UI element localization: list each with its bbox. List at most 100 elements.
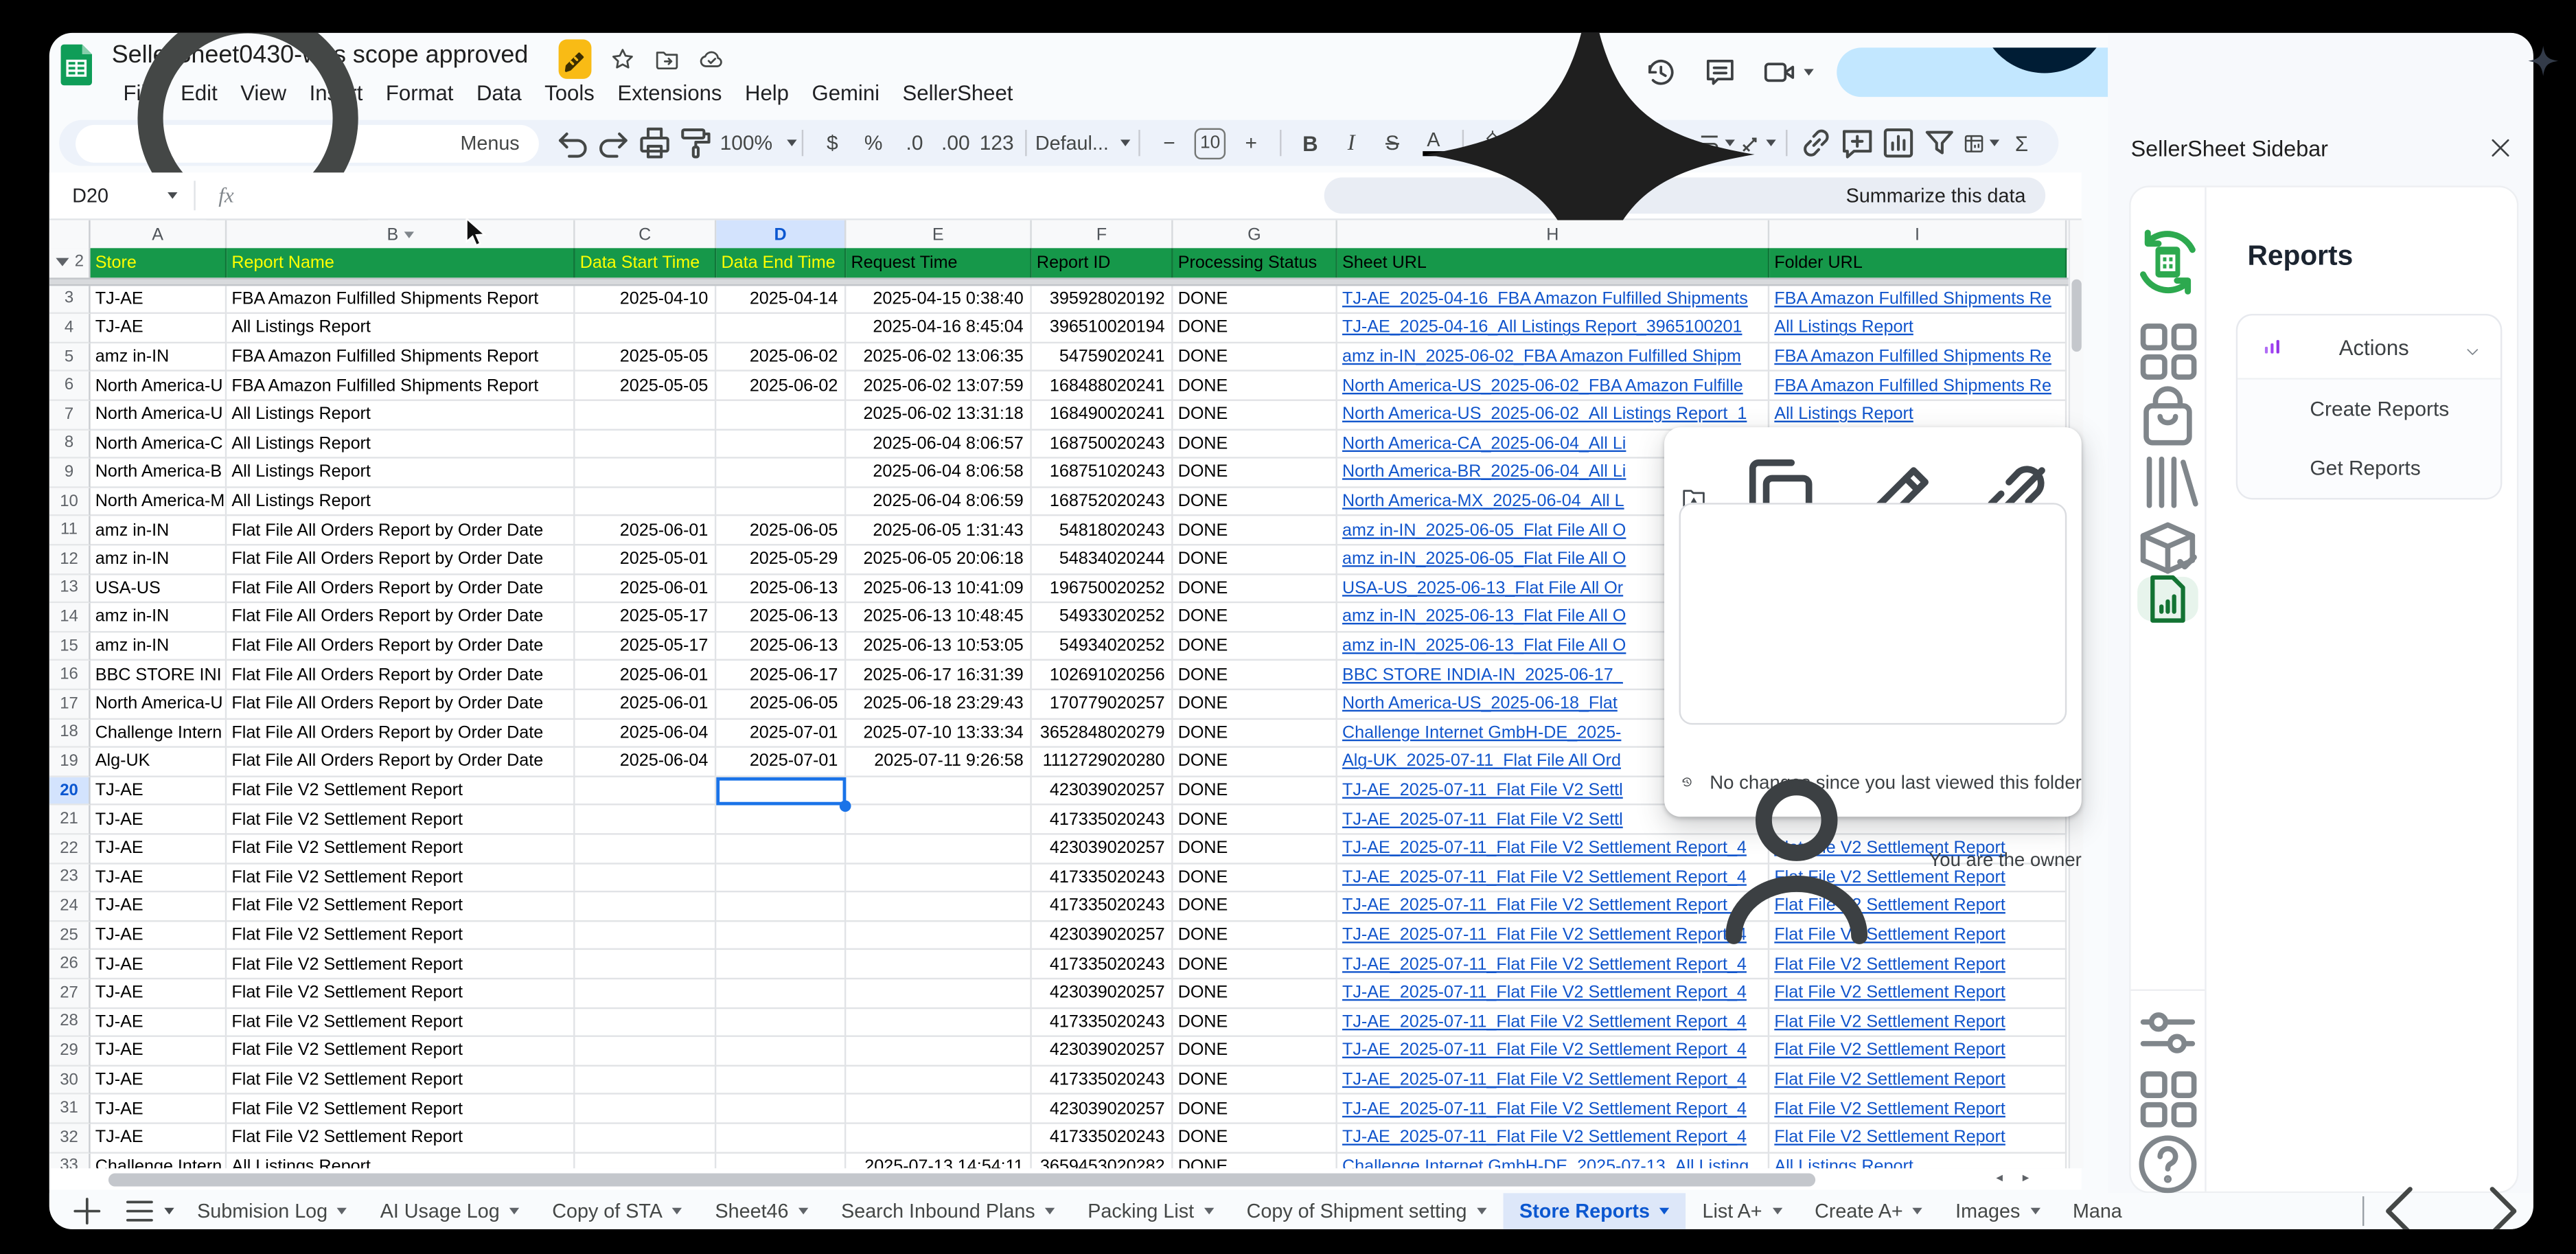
row-header-19[interactable]: 19 [49, 748, 91, 777]
sliders-settings-icon[interactable] [2131, 996, 2205, 1070]
row-header-20[interactable]: 20 [49, 777, 91, 806]
tab-copy-of-shipment-setting[interactable]: Copy of Shipment setting [1230, 1193, 1503, 1229]
increase-decimal-button[interactable]: .00 [935, 123, 976, 162]
cell-link[interactable]: Flat File V2 Settlement Report [1774, 1041, 2005, 1061]
tabs-scroll-left-icon[interactable] [2369, 1178, 2435, 1229]
cell-B21[interactable]: Flat File V2 Settlement Report [227, 806, 575, 834]
cell-E7[interactable]: 2025-06-02 13:31:18 [846, 401, 1031, 430]
cell-link[interactable]: Flat File V2 Settlement Report [1774, 983, 2005, 1003]
cell-D11[interactable]: 2025-06-05 [716, 516, 846, 545]
cell-G13[interactable]: DONE [1173, 575, 1337, 604]
cell-F23[interactable]: 417335020243 [1032, 864, 1173, 893]
cell-E33[interactable]: 2025-07-13 14:54:11 [846, 1153, 1031, 1169]
cell-E8[interactable]: 2025-06-04 8:06:57 [846, 430, 1031, 459]
insert-comment-button[interactable] [1837, 123, 1878, 162]
sync-sheet-icon[interactable] [2131, 225, 2205, 299]
cell-D28[interactable] [716, 1008, 846, 1037]
cell-D24[interactable] [716, 893, 846, 922]
cell-C11[interactable]: 2025-06-01 [575, 516, 717, 545]
cell-C5[interactable]: 2025-05-05 [575, 343, 717, 372]
cell-link[interactable]: All Listings Report [1774, 318, 1913, 338]
cell-F33[interactable]: 3659453020282 [1032, 1153, 1173, 1169]
cell-G4[interactable]: DONE [1173, 314, 1337, 343]
font-size-input[interactable]: 10 [1195, 127, 1226, 158]
tab-sheet46[interactable]: Sheet46 [699, 1193, 825, 1229]
menus-search-button[interactable]: Menus [76, 124, 539, 162]
cell-A14[interactable]: amz in-IN [91, 604, 227, 632]
insert-chart-button[interactable] [1878, 123, 1919, 162]
cell-I28[interactable]: Flat File V2 Settlement Report [1769, 1008, 2067, 1037]
horizontal-scroll-thumb[interactable] [108, 1174, 1815, 1187]
tab-mana[interactable]: Mana [2056, 1193, 2139, 1229]
cell-E28[interactable] [846, 1008, 1031, 1037]
cell-I4[interactable]: All Listings Report [1769, 314, 2067, 343]
cell-B11[interactable]: Flat File All Orders Report by Order Dat… [227, 516, 575, 545]
cell-B30[interactable]: Flat File V2 Settlement Report [227, 1066, 575, 1095]
table-tools-button[interactable] [1960, 123, 2001, 162]
cell-F15[interactable]: 54934020252 [1032, 632, 1173, 661]
cell-G6[interactable]: DONE [1173, 372, 1337, 401]
cell-G18[interactable]: DONE [1173, 719, 1337, 748]
row-header-33[interactable]: 33 [49, 1153, 91, 1169]
cell-F10[interactable]: 168752020243 [1032, 488, 1173, 516]
cell-G29[interactable]: DONE [1173, 1037, 1337, 1066]
help-icon[interactable] [2131, 1128, 2205, 1202]
row-header-9[interactable]: 9 [49, 459, 91, 488]
cell-F12[interactable]: 54834020244 [1032, 545, 1173, 574]
cell-E5[interactable]: 2025-06-02 13:06:35 [846, 343, 1031, 372]
header-cell[interactable]: Report Name [227, 248, 575, 277]
row-header-25[interactable]: 25 [49, 922, 91, 950]
name-box[interactable]: D20 [49, 184, 194, 207]
cell-link[interactable]: All Listings Report [1774, 404, 1913, 424]
cell-link[interactable]: amz in-IN_2025-06-05_Flat File All O [1342, 521, 1626, 540]
scroll-right-icon[interactable]: ▸ [2023, 1170, 2029, 1185]
cell-A25[interactable]: TJ-AE [91, 922, 227, 950]
cell-C9[interactable] [575, 459, 717, 488]
cell-G10[interactable]: DONE [1173, 488, 1337, 516]
increase-font-size-button[interactable]: + [1230, 123, 1272, 162]
cell-A17[interactable]: North America-U [91, 690, 227, 719]
cell-H27[interactable]: TJ-AE_2025-07-11_Flat File V2 Settlement… [1337, 979, 1769, 1008]
cell-F3[interactable]: 395928020192 [1032, 285, 1173, 314]
cell-B32[interactable]: Flat File V2 Settlement Report [227, 1124, 575, 1153]
cell-link[interactable]: TJ-AE_2025-07-11_Flat File V2 Settlement… [1342, 1070, 1747, 1090]
cell-F31[interactable]: 423039020257 [1032, 1095, 1173, 1124]
cell-G30[interactable]: DONE [1173, 1066, 1337, 1095]
cell-link[interactable]: TJ-AE_2025-07-11_Flat File V2 Settlement… [1342, 1128, 1747, 1148]
cell-E10[interactable]: 2025-06-04 8:06:59 [846, 488, 1031, 516]
cell-link[interactable]: All Listings Report [1774, 1156, 1913, 1168]
cell-E22[interactable] [846, 835, 1031, 864]
cell-A7[interactable]: North America-U [91, 401, 227, 430]
cell-H4[interactable]: TJ-AE_2025-04-16_All Listings Report_396… [1337, 314, 1769, 343]
cell-C27[interactable] [575, 979, 717, 1008]
cell-H33[interactable]: Challenge Internet GmbH-DE_2025-07-13_Al… [1337, 1153, 1769, 1169]
tab-ai-usage-log[interactable]: AI Usage Log [364, 1193, 536, 1229]
cell-link[interactable]: North America-MX_2025-06-04_All L [1342, 492, 1624, 512]
cell-D7[interactable] [716, 401, 846, 430]
tab-store-reports[interactable]: Store Reports [1503, 1193, 1686, 1229]
cell-E3[interactable]: 2025-04-15 0:38:40 [846, 285, 1031, 314]
cell-E9[interactable]: 2025-06-04 8:06:58 [846, 459, 1031, 488]
cell-D29[interactable] [716, 1037, 846, 1066]
cell-A5[interactable]: amz in-IN [91, 343, 227, 372]
apps-grid-icon[interactable] [2131, 1062, 2205, 1136]
row-header-17[interactable]: 17 [49, 690, 91, 719]
cell-G8[interactable]: DONE [1173, 430, 1337, 459]
header-cell[interactable]: Data End Time [716, 248, 846, 277]
cell-G16[interactable]: DONE [1173, 661, 1337, 690]
row-header-14[interactable]: 14 [49, 604, 91, 632]
cell-link[interactable]: amz in-IN_2025-06-13_Flat File All O [1342, 636, 1626, 656]
cell-B22[interactable]: Flat File V2 Settlement Report [227, 835, 575, 864]
cell-E12[interactable]: 2025-06-05 20:06:18 [846, 545, 1031, 574]
cell-D12[interactable]: 2025-05-29 [716, 545, 846, 574]
cell-D22[interactable] [716, 835, 846, 864]
cell-G3[interactable]: DONE [1173, 285, 1337, 314]
row-header-29[interactable]: 29 [49, 1037, 91, 1066]
cell-E30[interactable] [846, 1066, 1031, 1095]
cell-F20[interactable]: 423039020257 [1032, 777, 1173, 806]
cell-F16[interactable]: 102691020256 [1032, 661, 1173, 690]
actions-header[interactable]: Actions [2238, 315, 2500, 379]
header-row[interactable]: 2StoreReport NameData Start TimeData End… [49, 248, 2069, 277]
cell-A21[interactable]: TJ-AE [91, 806, 227, 834]
tab-create-a+[interactable]: Create A+ [1798, 1193, 1939, 1229]
